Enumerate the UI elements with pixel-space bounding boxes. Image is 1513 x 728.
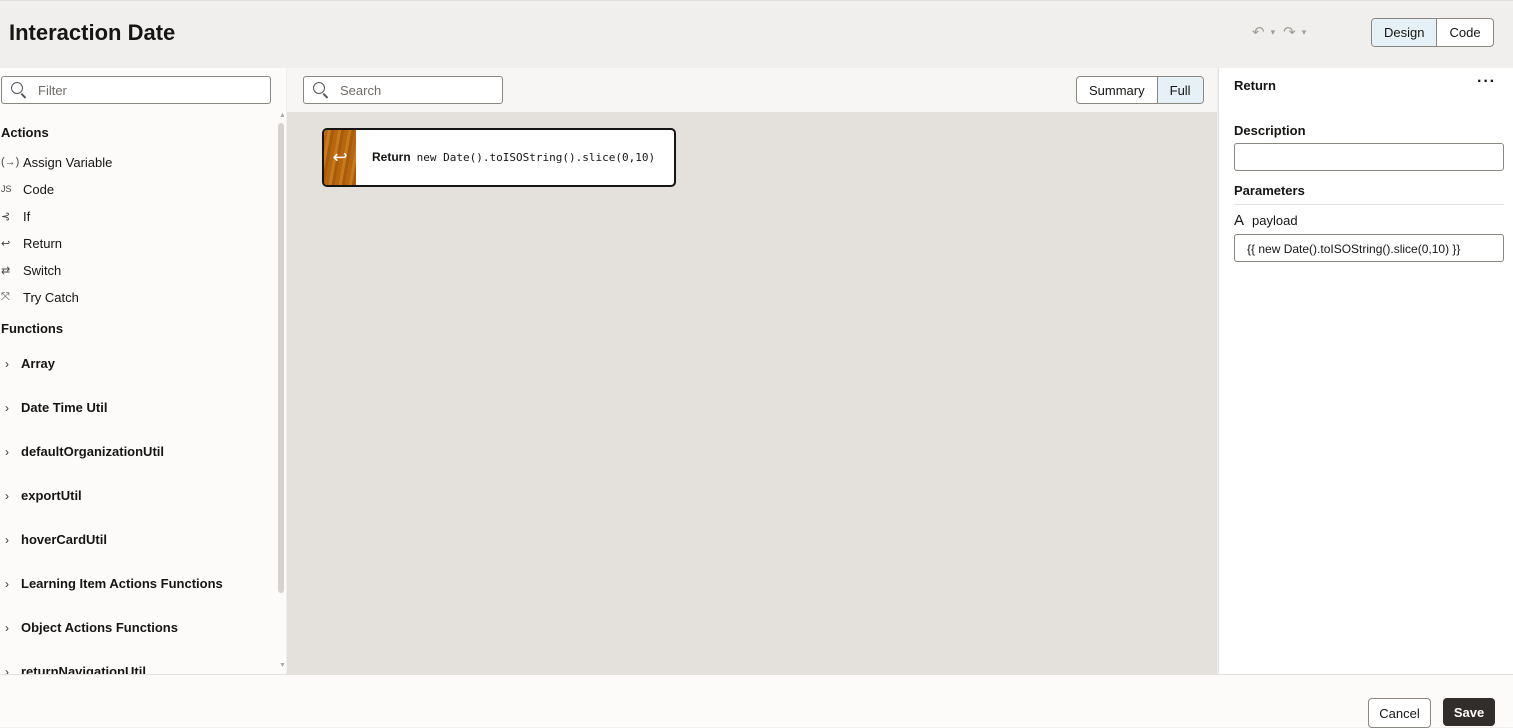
chevron-right-icon: › <box>5 444 9 459</box>
properties-panel: Return ··· Description Parameters A payl… <box>1218 68 1513 674</box>
chevron-right-icon: › <box>5 532 9 547</box>
divider <box>1234 204 1504 205</box>
action-label: Try Catch <box>23 289 79 305</box>
page-title: Interaction Date <box>9 20 176 45</box>
cancel-button[interactable]: Cancel <box>1368 698 1431 728</box>
function-group-label: Object Actions Functions <box>21 620 178 635</box>
parameter-name: payload <box>1252 213 1298 228</box>
try-catch-icon: ⤧ <box>1 290 10 303</box>
action-label: Assign Variable <box>23 154 113 170</box>
left-sidebar: Filter Actions (→) Assign Variable JS Co… <box>0 68 286 674</box>
function-group-hover-card-util[interactable]: › hoverCardUtil <box>5 532 107 547</box>
action-assign-variable[interactable]: (→) Assign Variable <box>1 152 112 172</box>
action-return[interactable]: ↩ Return <box>1 233 62 253</box>
branch-icon: ⊰ <box>1 210 11 223</box>
action-label: Switch <box>23 262 62 278</box>
search-icon <box>11 82 23 94</box>
assign-variable-icon: (→) <box>1 156 20 168</box>
more-options-icon[interactable]: ··· <box>1477 73 1496 91</box>
flow-canvas[interactable] <box>287 112 1217 674</box>
text-type-icon: A <box>1234 212 1245 229</box>
function-group-label: exportUtil <box>21 488 82 503</box>
node-expression: new Date().toISOString().slice(0,10) <box>416 151 656 164</box>
function-group-array[interactable]: › Array <box>5 356 55 371</box>
scroll-up-icon[interactable]: ▲ <box>279 112 286 119</box>
action-label: If <box>23 208 31 224</box>
action-switch[interactable]: ⇄ Switch <box>1 260 61 280</box>
function-group-label: defaultOrganizationUtil <box>21 444 164 459</box>
function-group-label: hoverCardUtil <box>21 532 107 547</box>
return-node[interactable]: ↩ Return new Date().toISOString().slice(0… <box>322 128 676 187</box>
action-if[interactable]: ⊰ If <box>1 206 30 226</box>
action-try-catch[interactable]: ⤧ Try Catch <box>1 287 79 307</box>
function-group-label: Date Time Util <box>21 400 108 415</box>
chevron-right-icon: › <box>5 576 9 591</box>
function-group-default-organization-util[interactable]: › defaultOrganizationUtil <box>5 444 164 459</box>
return-icon: ↩ <box>1 237 11 250</box>
design-mode-button[interactable]: Design <box>1372 19 1437 46</box>
function-group-label: Learning Item Actions Functions <box>21 576 223 591</box>
action-label: Code <box>23 181 55 197</box>
redo-icon[interactable]: ↷ <box>1283 23 1296 41</box>
description-input[interactable] <box>1234 143 1504 171</box>
chevron-right-icon: › <box>5 488 9 503</box>
filter-placeholder: Filter <box>38 83 67 98</box>
chevron-right-icon: › <box>5 356 9 371</box>
chevron-down-icon[interactable]: ▾ <box>1302 27 1307 38</box>
parameter-row: A payload <box>1234 212 1298 229</box>
return-icon: ↩ <box>324 130 356 185</box>
full-mode-button[interactable]: Full <box>1156 77 1203 103</box>
search-input[interactable]: Search <box>303 76 503 104</box>
properties-title: Return <box>1234 78 1276 93</box>
function-group-return-navigation-util[interactable]: › returnNavigationUtil <box>5 664 146 674</box>
payload-input[interactable]: {{ new Date().toISOString().slice(0,10) … <box>1234 234 1504 262</box>
sidebar-scrollbar[interactable] <box>278 123 284 593</box>
description-label: Description <box>1234 123 1306 138</box>
save-button[interactable]: Save <box>1443 698 1495 726</box>
history-controls: ↶ ▾ ↷ ▾ <box>1252 23 1306 41</box>
function-group-label: returnNavigationUtil <box>21 664 146 674</box>
function-group-label: Array <box>21 356 55 371</box>
search-icon <box>313 82 325 94</box>
functions-heading: Functions <box>1 321 64 336</box>
summary-mode-button[interactable]: Summary <box>1077 77 1157 103</box>
detail-mode-toggle: Summary Full <box>1076 76 1204 104</box>
parameters-label: Parameters <box>1234 183 1305 198</box>
footer-bar <box>0 674 1513 727</box>
function-group-export-util[interactable]: › exportUtil <box>5 488 82 503</box>
chevron-right-icon: › <box>5 664 9 675</box>
action-code[interactable]: JS Code <box>1 179 54 199</box>
function-group-learning-item-actions[interactable]: › Learning Item Actions Functions <box>5 576 223 591</box>
page-header: Interaction Date ↶ ▾ ↷ ▾ Design Code <box>0 0 1513 69</box>
action-label: Return <box>23 235 63 251</box>
search-placeholder: Search <box>340 83 382 98</box>
view-mode-toggle: Design Code <box>1371 18 1494 47</box>
node-content: Return new Date().toISOString().slice(0,1… <box>372 150 655 164</box>
switch-icon: ⇄ <box>1 264 11 277</box>
filter-input[interactable]: Filter <box>1 76 271 104</box>
function-group-object-actions[interactable]: › Object Actions Functions <box>5 620 178 635</box>
chevron-down-icon[interactable]: ▾ <box>1271 27 1276 38</box>
scroll-down-icon[interactable]: ▼ <box>279 662 286 669</box>
node-label: Return <box>372 150 411 164</box>
undo-icon[interactable]: ↶ <box>1252 23 1265 41</box>
function-group-date-time-util[interactable]: › Date Time Util <box>5 400 107 415</box>
actions-heading: Actions <box>1 125 49 140</box>
code-icon: JS <box>1 184 12 194</box>
payload-value: {{ new Date().toISOString().slice(0,10) … <box>1247 242 1461 256</box>
chevron-right-icon: › <box>5 620 9 635</box>
code-mode-button[interactable]: Code <box>1436 19 1492 46</box>
chevron-right-icon: › <box>5 400 9 415</box>
